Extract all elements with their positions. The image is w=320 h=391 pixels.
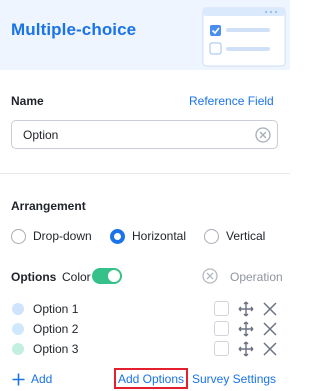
radio-circle-selected xyxy=(110,228,125,244)
radio-horizontal[interactable]: Horizontal xyxy=(110,226,186,246)
radio-vertical[interactable]: Vertical xyxy=(204,226,265,246)
arrangement-label: Arrangement xyxy=(11,199,86,213)
delete-icon[interactable] xyxy=(263,342,277,356)
move-icon[interactable] xyxy=(238,341,254,357)
toggle-knob xyxy=(108,270,120,282)
option-row: Option 3 xyxy=(0,340,290,358)
option-row: Option 1 xyxy=(0,300,290,318)
radio-label: Horizontal xyxy=(132,229,187,243)
option-color-dot[interactable] xyxy=(12,303,24,315)
option-label[interactable]: Option 3 xyxy=(33,342,78,356)
option-color-dot[interactable] xyxy=(12,323,24,335)
plus-icon xyxy=(12,373,25,385)
option-checkbox[interactable] xyxy=(214,301,229,316)
operation-icon xyxy=(202,268,218,284)
move-icon[interactable] xyxy=(238,301,254,317)
survey-settings-link[interactable]: Survey Settings xyxy=(192,372,276,386)
delete-icon[interactable] xyxy=(263,322,277,336)
reference-field-link[interactable]: Reference Field xyxy=(189,94,274,108)
option-checkbox[interactable] xyxy=(214,321,229,336)
option-label[interactable]: Option 2 xyxy=(33,322,78,336)
name-input-value: Option xyxy=(23,128,59,142)
arrangement-radio-group: Drop-down Horizontal Vertical xyxy=(0,226,290,246)
name-label: Name xyxy=(11,94,44,108)
radio-circle xyxy=(11,228,26,244)
options-label: Options xyxy=(11,270,57,284)
section-divider xyxy=(0,173,290,174)
panel-header: Multiple-choice xyxy=(0,0,290,70)
move-icon[interactable] xyxy=(238,321,254,337)
delete-icon[interactable] xyxy=(263,302,277,316)
name-input[interactable]: Option xyxy=(11,120,278,149)
panel-title: Multiple-choice xyxy=(11,20,137,39)
multiple-choice-illustration xyxy=(202,7,286,67)
add-button[interactable]: Add xyxy=(12,371,52,387)
option-checkbox[interactable] xyxy=(214,341,229,356)
clear-icon[interactable] xyxy=(255,127,271,143)
radio-label: Vertical xyxy=(226,229,266,243)
option-row: Option 2 xyxy=(0,320,290,338)
color-label: Color xyxy=(62,270,91,284)
color-toggle[interactable] xyxy=(92,268,122,284)
radio-label: Drop-down xyxy=(33,229,92,243)
radio-dropdown[interactable]: Drop-down xyxy=(11,226,92,246)
option-label[interactable]: Option 1 xyxy=(33,302,78,316)
operation-label: Operation xyxy=(230,270,283,284)
radio-circle xyxy=(204,228,219,244)
option-color-dot[interactable] xyxy=(12,343,24,355)
add-options-button[interactable]: Add Options xyxy=(114,368,188,389)
add-button-label: Add xyxy=(31,372,53,386)
